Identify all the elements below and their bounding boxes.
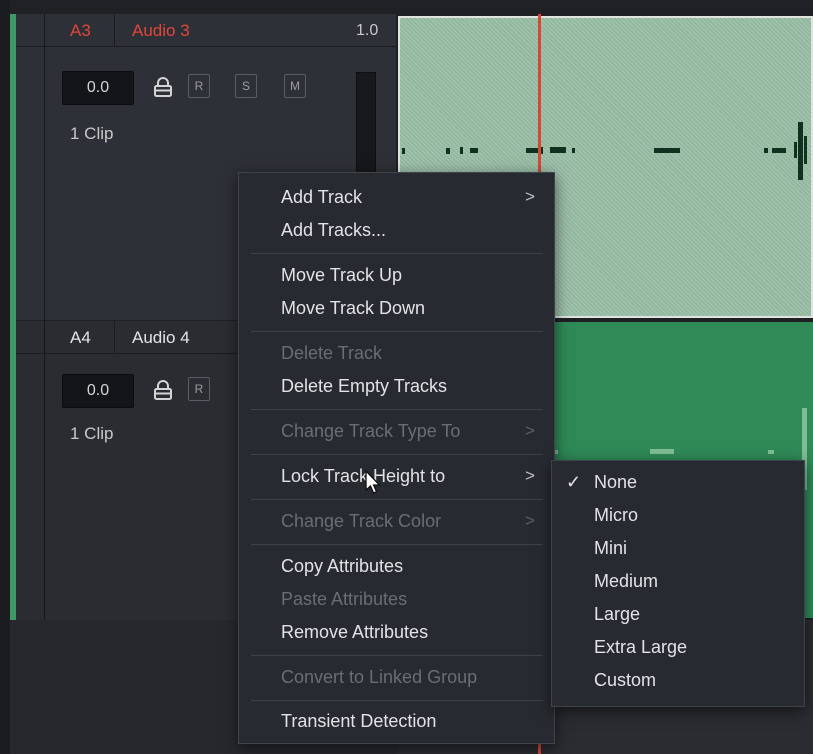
track-context-menu: Add Track > Add Tracks... Move Track Up …	[238, 172, 555, 744]
menu-item-change-track-color: Change Track Color	[281, 511, 442, 531]
submenu-item-extra-large[interactable]: Extra Large	[594, 637, 687, 658]
menu-separator	[251, 331, 543, 332]
track-a3-volume-scale: 1.0	[356, 22, 379, 39]
menu-item-add-tracks[interactable]: Add Tracks...	[281, 220, 386, 241]
menu-separator	[251, 700, 543, 701]
divider	[114, 14, 115, 46]
menu-separator	[251, 253, 543, 254]
menu-separator	[251, 655, 543, 656]
divider	[114, 321, 115, 353]
record-arm-button[interactable]: R	[188, 74, 210, 98]
mute-button[interactable]: M	[284, 74, 306, 98]
track-a3-clip-count: 1 Clip	[70, 124, 114, 143]
menu-item-delete-track: Delete Track	[281, 343, 383, 363]
submenu-item-custom[interactable]: Custom	[594, 670, 656, 691]
menu-separator	[251, 544, 543, 545]
top-edge	[0, 0, 813, 14]
submenu-item-micro[interactable]: Micro	[594, 505, 638, 526]
track-a3-id: A3	[70, 21, 91, 40]
lock-height-submenu: ✓ None Micro Mini Medium Large Extra Lar…	[551, 460, 805, 707]
track-a3-name[interactable]: Audio 3	[132, 21, 190, 41]
menu-item-transient-detection[interactable]: Transient Detection	[281, 711, 436, 732]
track-a3-level-field[interactable]: 0.0	[62, 71, 134, 105]
submenu-arrow-icon: >	[525, 466, 535, 485]
track-a4-level-field[interactable]: 0.0	[62, 374, 134, 408]
submenu-item-large[interactable]: Large	[594, 604, 640, 625]
checkmark-icon: ✓	[566, 472, 582, 492]
submenu-arrow-icon: >	[525, 511, 535, 530]
menu-item-move-track-down[interactable]: Move Track Down	[281, 298, 425, 319]
left-edge	[0, 0, 10, 754]
menu-item-copy-attributes[interactable]: Copy Attributes	[281, 556, 403, 577]
track-a4-clip-count: 1 Clip	[70, 424, 114, 443]
solo-button[interactable]: S	[235, 74, 257, 98]
lock-icon[interactable]	[152, 76, 174, 98]
menu-separator	[251, 454, 543, 455]
submenu-item-mini[interactable]: Mini	[594, 538, 627, 559]
record-arm-button[interactable]: R	[188, 377, 210, 401]
header-divider	[44, 14, 45, 620]
menu-item-add-track[interactable]: Add Track	[281, 187, 362, 208]
track-a4-name[interactable]: Audio 4	[132, 328, 190, 348]
lock-icon[interactable]	[152, 379, 174, 401]
track-a3-title-bar: A3 Audio 3 1.0	[16, 14, 396, 47]
menu-item-remove-attributes[interactable]: Remove Attributes	[281, 622, 428, 643]
menu-item-paste-attributes: Paste Attributes	[281, 589, 408, 609]
submenu-arrow-icon: >	[525, 421, 535, 440]
submenu-item-none[interactable]: None	[594, 472, 637, 493]
menu-separator	[251, 409, 543, 410]
menu-item-move-track-up[interactable]: Move Track Up	[281, 265, 402, 286]
menu-item-delete-empty-tracks[interactable]: Delete Empty Tracks	[281, 376, 447, 397]
mouse-cursor-icon	[364, 469, 382, 501]
submenu-item-medium[interactable]: Medium	[594, 571, 658, 592]
track-color-bar	[10, 14, 16, 620]
menu-item-convert-linked-group: Convert to Linked Group	[281, 667, 478, 687]
track-a4-id: A4	[70, 328, 91, 347]
menu-item-change-track-type: Change Track Type To	[281, 421, 461, 441]
menu-separator	[251, 499, 543, 500]
submenu-arrow-icon: >	[525, 187, 535, 206]
